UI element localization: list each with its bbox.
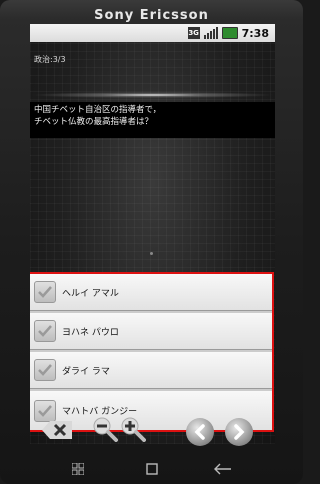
- checkbox-icon[interactable]: [34, 320, 56, 342]
- answer-label: ダライ ラマ: [62, 366, 110, 377]
- battery-icon: [221, 27, 238, 39]
- center-dot: [150, 252, 153, 255]
- back-icon[interactable]: [214, 460, 232, 479]
- question-text: 中国チベット自治区の指導者で， チベット仏教の最高指導者は？: [34, 105, 162, 127]
- brand-label: Sony Ericsson: [94, 8, 209, 23]
- quiz-content: 政治:3/3 中国チベット自治区の指導者で， チベット仏教の最高指導者は？ ヘル…: [30, 42, 275, 444]
- toolbar: [0, 392, 303, 446]
- divider-glow: [30, 92, 275, 98]
- next-icon[interactable]: [225, 418, 253, 446]
- home-icon[interactable]: [146, 460, 158, 479]
- checkbox-icon[interactable]: [34, 281, 56, 303]
- zoom-out-icon[interactable]: [92, 416, 118, 446]
- device-frame: Sony Ericsson 3G 7:38 政治:3/3 中国チベット自治区の指…: [0, 0, 303, 484]
- delete-icon[interactable]: [42, 420, 72, 444]
- answer-option-2[interactable]: ヨハネ パウロ: [30, 313, 272, 350]
- status-time: 7:38: [241, 26, 269, 40]
- recent-apps-icon[interactable]: [71, 460, 85, 479]
- signal-icon: [203, 27, 218, 39]
- screen: 3G 7:38 政治:3/3 中国チベット自治区の指導者で， チベット仏教の最高…: [30, 24, 275, 444]
- answer-label: ヘルイ アマル: [62, 288, 119, 299]
- status-bar: 3G 7:38: [30, 24, 275, 42]
- system-nav-bar: [0, 452, 303, 480]
- zoom-in-icon[interactable]: [120, 416, 146, 446]
- previous-icon[interactable]: [186, 418, 214, 446]
- network-3g-icon: 3G: [187, 27, 200, 39]
- answer-label: ヨハネ パウロ: [62, 327, 119, 338]
- answer-option-3[interactable]: ダライ ラマ: [30, 352, 272, 389]
- category-label: 政治:3/3: [34, 55, 66, 64]
- answer-option-1[interactable]: ヘルイ アマル: [30, 274, 272, 311]
- checkbox-icon[interactable]: [34, 359, 56, 381]
